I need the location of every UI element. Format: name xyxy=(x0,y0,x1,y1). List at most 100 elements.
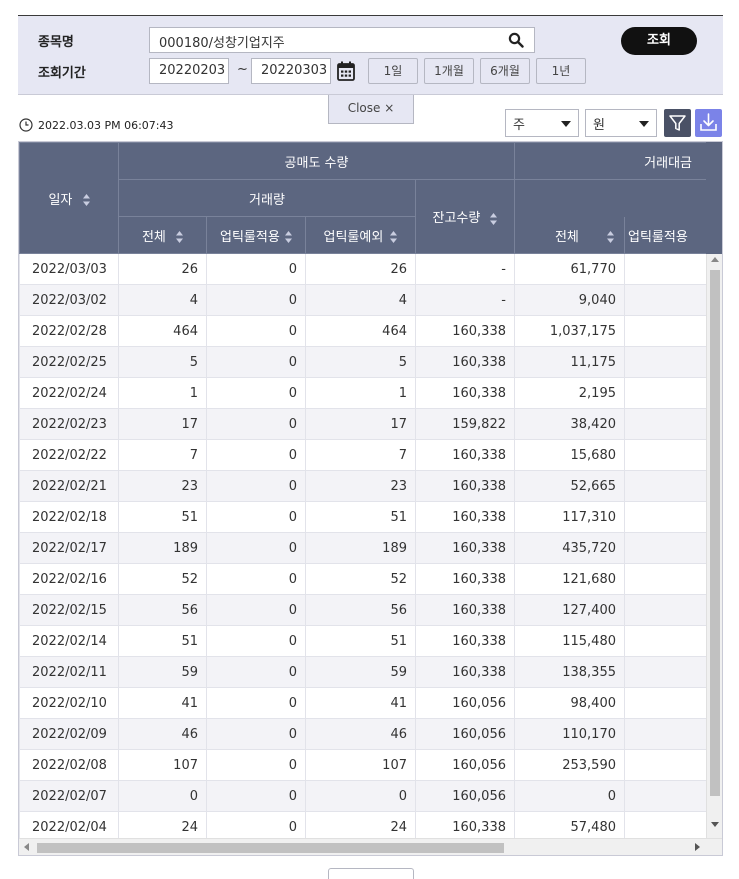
query-button[interactable]: 조회 xyxy=(621,27,697,55)
cell-volume-total: 1 xyxy=(118,377,207,409)
cell-amount-total: 38,420 xyxy=(514,408,625,440)
vertical-scrollbar[interactable] xyxy=(706,254,722,839)
sort-icon[interactable] xyxy=(490,212,498,225)
cell-amount-total: 435,720 xyxy=(514,532,625,564)
cell-balance-qty: 160,056 xyxy=(415,718,515,750)
header-uptick-excluded[interactable]: 업틱룰예외 xyxy=(305,216,416,254)
table-row[interactable]: 2022/02/28 464 0 464 160,338 1,037,175 xyxy=(19,315,715,347)
cell-amount-total: 9,040 xyxy=(514,284,625,316)
sort-icon[interactable] xyxy=(390,231,398,243)
start-date-input[interactable]: 20220203 xyxy=(149,58,229,84)
table-row[interactable]: 2022/02/11 59 0 59 160,338 138,355 xyxy=(19,656,715,688)
cell-date: 2022/02/28 xyxy=(19,315,119,347)
download-icon[interactable] xyxy=(695,109,722,137)
header-amount-uptick-applied[interactable]: 업틱룰적용 xyxy=(624,216,715,254)
table-row[interactable]: 2022/02/09 46 0 46 160,056 110,170 xyxy=(19,718,715,750)
cell-volume-total: 51 xyxy=(118,501,207,533)
header-volume-total[interactable]: 전체 xyxy=(118,216,207,254)
header-uptick-applied[interactable]: 업틱룰적용 xyxy=(206,216,306,254)
cell-amount-total: 127,400 xyxy=(514,594,625,626)
header-uptick-excluded-label: 업틱룰예외 xyxy=(323,229,384,245)
vertical-scroll-thumb[interactable] xyxy=(710,270,720,796)
cell-amount-uptick-applied xyxy=(624,377,715,409)
table-row[interactable]: 2022/02/15 56 0 56 160,338 127,400 xyxy=(19,594,715,626)
cell-uptick-excluded: 4 xyxy=(305,284,416,316)
scroll-up-icon[interactable] xyxy=(711,257,719,262)
cell-volume-total: 0 xyxy=(118,780,207,812)
scroll-right-icon[interactable] xyxy=(695,843,700,851)
cell-uptick-applied: 0 xyxy=(206,625,306,657)
cell-uptick-applied: 0 xyxy=(206,346,306,378)
header-uptick-applied-label: 업틱룰적용 xyxy=(220,229,280,245)
table-row[interactable]: 2022/02/14 51 0 51 160,338 115,480 xyxy=(19,625,715,657)
cell-amount-uptick-applied xyxy=(624,749,715,781)
header-amount-total[interactable]: 전체 xyxy=(514,216,625,254)
sort-icon[interactable] xyxy=(82,194,90,206)
stock-search-input[interactable]: 000180/성창기업지주 xyxy=(149,27,535,53)
table-row[interactable]: 2022/02/07 0 0 0 160,056 0 xyxy=(19,780,715,812)
share-unit-value: 주 xyxy=(513,118,525,133)
table-row[interactable]: 2022/02/16 52 0 52 160,338 121,680 xyxy=(19,563,715,595)
horizontal-scroll-thumb[interactable] xyxy=(37,843,504,853)
horizontal-scrollbar[interactable] xyxy=(19,838,722,855)
cell-uptick-excluded: 23 xyxy=(305,470,416,502)
bottom-panel-tab[interactable] xyxy=(328,868,414,879)
chevron-down-icon xyxy=(639,121,649,127)
table-row[interactable]: 2022/02/08 107 0 107 160,056 253,590 xyxy=(19,749,715,781)
table-row[interactable]: 2022/02/25 5 0 5 160,338 11,175 xyxy=(19,346,715,378)
table-row[interactable]: 2022/03/02 4 0 4-9,040 xyxy=(19,284,715,316)
table-row[interactable]: 2022/02/21 23 0 23 160,338 52,665 xyxy=(19,470,715,502)
filter-icon[interactable] xyxy=(664,109,691,137)
share-unit-select[interactable]: 주 xyxy=(505,109,579,137)
short-selling-table: 일자 공매도 수량 거래대금 거래량 잔고수량 전체 업틱룰적용 업틱룰예외 전… xyxy=(19,142,715,843)
period-1month-button[interactable]: 1개월 xyxy=(424,58,474,84)
cell-volume-total: 51 xyxy=(118,625,207,657)
table-row[interactable]: 2022/02/17 189 0 189 160,338 435,720 xyxy=(19,532,715,564)
cell-uptick-excluded: 59 xyxy=(305,656,416,688)
table-row[interactable]: 2022/02/10 41 0 41 160,056 98,400 xyxy=(19,687,715,719)
cell-amount-total: 98,400 xyxy=(514,687,625,719)
end-date-input[interactable]: 20220303 xyxy=(251,58,331,84)
scroll-down-icon[interactable] xyxy=(711,822,719,827)
cell-balance-qty: 160,338 xyxy=(415,346,515,378)
table-row[interactable]: 2022/02/23 17 0 17 159,822 38,420 xyxy=(19,408,715,440)
cell-balance-qty: 160,338 xyxy=(415,563,515,595)
close-panel-tab[interactable]: Close × xyxy=(328,95,414,124)
cell-date: 2022/02/11 xyxy=(19,656,119,688)
currency-unit-select[interactable]: 원 xyxy=(585,109,657,137)
search-panel: 종목명 000180/성창기업지주 조회 조회기간 20220203 ~ 202… xyxy=(18,15,723,95)
table-row[interactable]: 2022/02/22 7 0 7 160,338 15,680 xyxy=(19,439,715,471)
header-scroll-gutter xyxy=(706,142,722,254)
cell-amount-total: 138,355 xyxy=(514,656,625,688)
cell-date: 2022/02/18 xyxy=(19,501,119,533)
table-row[interactable]: 2022/03/03 26 0 26-61,770 xyxy=(19,253,715,285)
cell-balance-qty: 160,056 xyxy=(415,780,515,812)
scroll-left-icon[interactable] xyxy=(24,843,29,851)
cell-uptick-excluded: 1 xyxy=(305,377,416,409)
table-row[interactable]: 2022/02/18 51 0 51 160,338 117,310 xyxy=(19,501,715,533)
cell-volume-total: 107 xyxy=(118,749,207,781)
period-1year-button[interactable]: 1년 xyxy=(536,58,586,84)
cell-amount-uptick-applied xyxy=(624,439,715,471)
cell-amount-total: 11,175 xyxy=(514,346,625,378)
cell-uptick-applied: 0 xyxy=(206,501,306,533)
sort-icon[interactable] xyxy=(176,231,184,243)
period-1day-button[interactable]: 1일 xyxy=(368,58,418,84)
table-row[interactable]: 2022/02/24 1 0 1 160,338 2,195 xyxy=(19,377,715,409)
header-balance-qty[interactable]: 잔고수량 xyxy=(415,179,515,254)
cell-amount-uptick-applied xyxy=(624,470,715,502)
cell-uptick-excluded: 464 xyxy=(305,315,416,347)
cell-amount-uptick-applied xyxy=(624,532,715,564)
last-updated-time: 2022.03.03 PM 06:07:43 xyxy=(38,118,174,132)
search-icon[interactable] xyxy=(508,32,524,48)
cell-balance-qty: 160,338 xyxy=(415,656,515,688)
cell-amount-total: 121,680 xyxy=(514,563,625,595)
calendar-icon[interactable] xyxy=(336,60,356,82)
cell-amount-uptick-applied xyxy=(624,656,715,688)
period-6month-button[interactable]: 6개월 xyxy=(480,58,530,84)
cell-date: 2022/02/21 xyxy=(19,470,119,502)
sort-icon[interactable] xyxy=(284,231,292,243)
header-date[interactable]: 일자 xyxy=(19,142,119,254)
cell-uptick-applied: 0 xyxy=(206,594,306,626)
sort-icon[interactable] xyxy=(607,231,615,243)
